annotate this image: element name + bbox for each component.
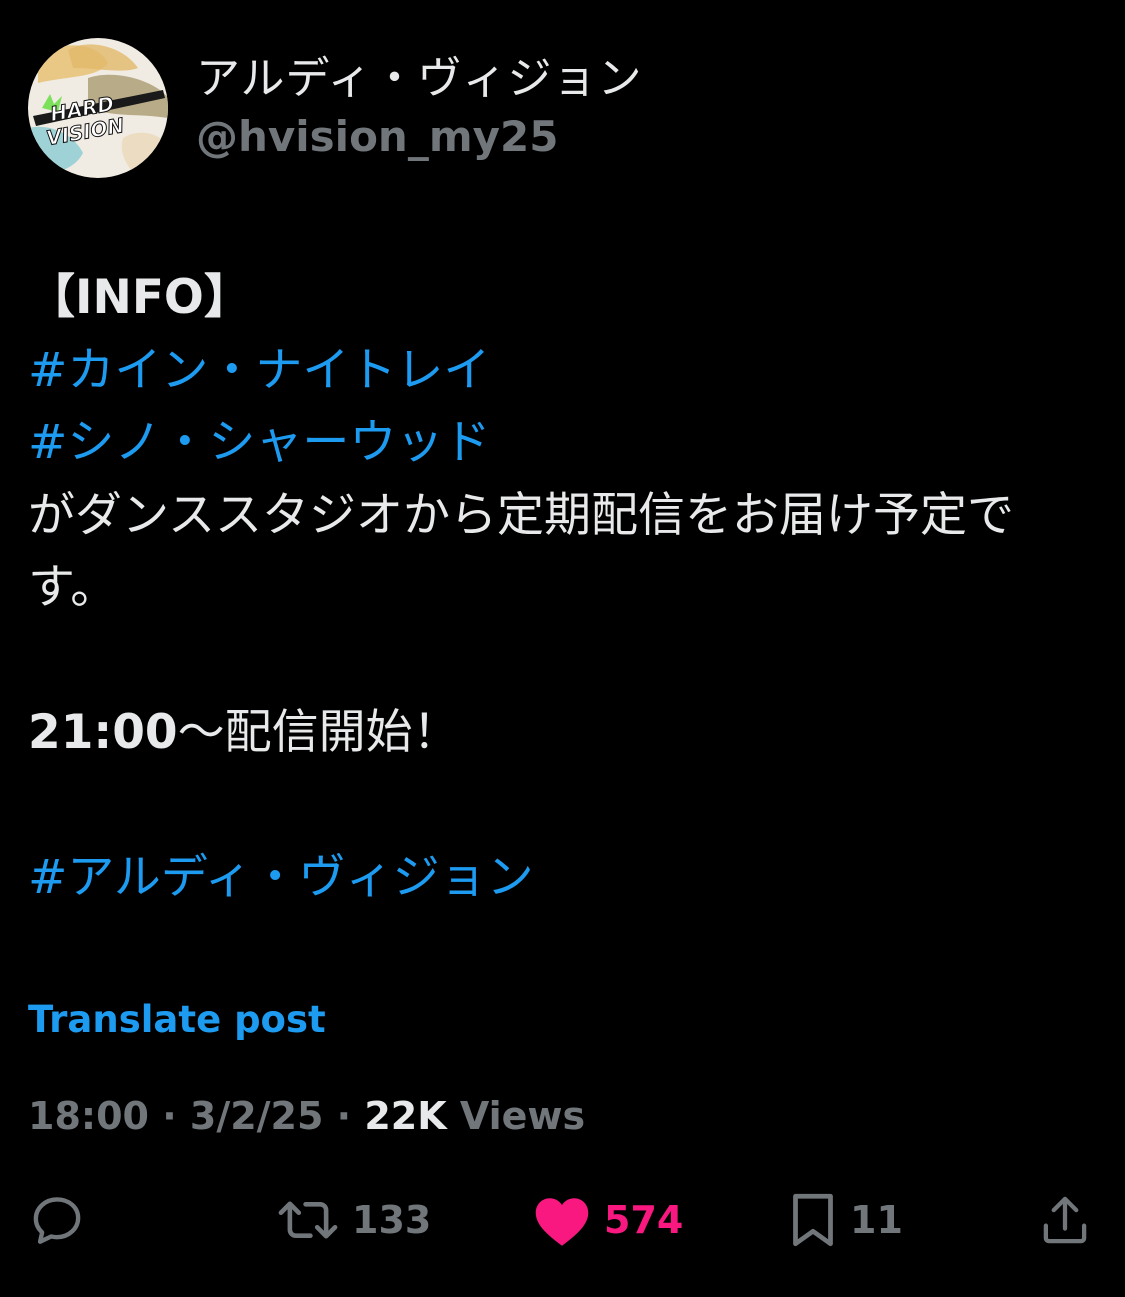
heart-icon [535,1198,589,1246]
translate-post-link[interactable]: Translate post [28,996,326,1044]
repost-button[interactable]: 133 [276,1185,431,1255]
bookmark-button[interactable]: 11 [788,1185,903,1255]
post-date[interactable]: 3/2/25 [190,1094,324,1138]
repost-count: 133 [352,1198,432,1242]
post-meta: 18:00 · 3/2/25 · 22K Views [28,1090,585,1142]
avatar[interactable]: HARD VISION [28,38,168,178]
hashtag-link[interactable]: #カイン・ナイトレイ [28,343,490,398]
author-handle[interactable]: @hvision_my25 [196,109,642,165]
like-button[interactable]: 574 [532,1185,683,1255]
share-icon [1043,1196,1087,1244]
repost-icon [278,1201,338,1239]
post-line-hashtag-1: #カイン・ナイトレイ [28,335,1088,408]
post-line-start-time: 21:00〜配信開始！ [28,705,460,760]
post-line-info: 【INFO】 [28,270,251,325]
post-line-hashtag-2: #シノ・シャーウッド [28,407,1088,480]
reply-button[interactable] [28,1185,86,1255]
post-line-text: がダンススタジオから定期配信をお届け予定です。 [28,487,1015,616]
meta-separator: · [162,1094,177,1138]
author-names: アルディ・ヴィジョン @hvision_my25 [196,51,642,165]
meta-separator: · [336,1094,352,1138]
post-line-hashtag-3: #アルディ・ヴィジョン [28,842,1088,915]
views-count[interactable]: 22K [364,1094,446,1138]
avatar-logo-image: HARD VISION [28,38,168,178]
post-body: 【INFO】 #カイン・ナイトレイ #シノ・シャーウッド がダンススタジオから定… [28,262,1088,915]
bookmark-icon [793,1193,833,1247]
hashtag-link[interactable]: #シノ・シャーウッド [28,415,490,470]
post-blank-line [28,625,1088,698]
like-count: 574 [604,1198,684,1242]
bookmark-count: 11 [850,1198,903,1242]
author-display-name[interactable]: アルディ・ヴィジョン [196,51,642,107]
reply-icon [33,1197,81,1244]
post-header: HARD VISION アルディ・ヴィジョン @hvision_my25 [28,38,642,178]
post-time[interactable]: 18:00 [28,1094,149,1138]
share-button[interactable] [1038,1185,1092,1255]
hashtag-link[interactable]: #アルディ・ヴィジョン [28,850,534,905]
action-bar: 133 574 11 [0,1185,1125,1255]
views-label: Views [459,1094,586,1138]
post-blank-line [28,770,1088,843]
